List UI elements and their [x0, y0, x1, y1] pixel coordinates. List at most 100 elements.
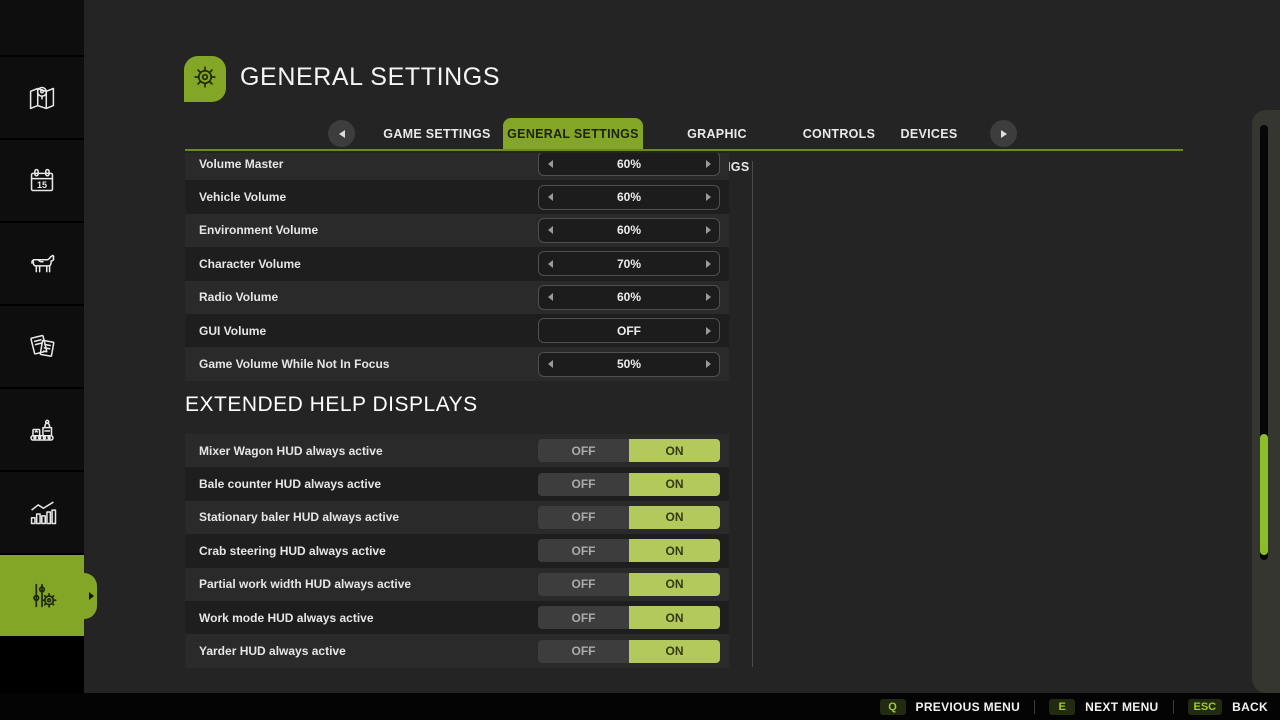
toggle-off-option[interactable]: OFF	[538, 473, 629, 496]
stepper-right-arrow-icon[interactable]	[697, 260, 719, 268]
stepper-right-arrow-icon[interactable]	[697, 226, 719, 234]
toggle-on-option[interactable]: ON	[629, 473, 720, 496]
statistics-icon	[23, 494, 61, 532]
setting-label: Yarder HUD always active	[185, 644, 538, 658]
key-e-badge: E	[1049, 699, 1075, 715]
sidebar-item-statistics[interactable]	[0, 472, 84, 555]
shortcut-label: BACK	[1232, 700, 1268, 714]
setting-row-work-mode-hud: Work mode HUD always active OFF ON	[185, 601, 729, 634]
map-icon	[23, 79, 61, 117]
tabs-prev-button[interactable]	[328, 120, 355, 147]
tab-devices[interactable]: DEVICES	[899, 118, 959, 151]
sidebar-item-settings[interactable]	[0, 555, 84, 638]
setting-label: Character Volume	[185, 257, 538, 271]
tab-general-settings[interactable]: GENERAL SETTINGS	[503, 118, 643, 151]
setting-row-character-volume: Character Volume 70%	[185, 247, 729, 280]
setting-row-bale-counter-hud: Bale counter HUD always active OFF ON	[185, 467, 729, 500]
setting-label: Game Volume While Not In Focus	[185, 357, 538, 371]
game-volume-not-in-focus-stepper[interactable]: 50%	[538, 352, 720, 377]
stepper-value: 60%	[561, 290, 697, 304]
key-esc-badge: ESC	[1188, 699, 1223, 715]
calendar-icon: 15	[23, 162, 61, 200]
tab-game-settings[interactable]: GAME SETTINGS	[380, 118, 494, 151]
separator	[1173, 700, 1174, 714]
stepper-value: 60%	[561, 190, 697, 204]
sidebar-spacer	[0, 0, 84, 57]
sidebar-item-contracts[interactable]	[0, 306, 84, 389]
setting-label: Partial work width HUD always active	[185, 577, 538, 591]
toggle-on-option[interactable]: ON	[629, 573, 720, 596]
toggle-off-option[interactable]: OFF	[538, 539, 629, 562]
stepper-left-arrow-icon[interactable]	[539, 193, 561, 201]
tab-bar: GAME SETTINGS GENERAL SETTINGS GRAPHIC S…	[0, 118, 1280, 151]
toggle-off-option[interactable]: OFF	[538, 573, 629, 596]
scrollbar-thumb[interactable]	[1260, 434, 1268, 555]
toggle-off-option[interactable]: OFF	[538, 640, 629, 663]
setting-row-environment-volume: Environment Volume 60%	[185, 214, 729, 247]
tab-underline	[185, 149, 1183, 151]
tabs-next-button[interactable]	[990, 120, 1017, 147]
setting-label: Mixer Wagon HUD always active	[185, 444, 538, 458]
sidebar-item-production[interactable]	[0, 389, 84, 472]
extended-help-list: Mixer Wagon HUD always active OFF ON Bal…	[185, 434, 729, 668]
contracts-icon	[23, 328, 61, 366]
radio-volume-stepper[interactable]: 60%	[538, 285, 720, 310]
yarder-hud-toggle[interactable]: OFF ON	[538, 640, 720, 663]
stepper-value: OFF	[561, 324, 697, 338]
stepper-right-arrow-icon[interactable]	[697, 293, 719, 301]
stepper-left-arrow-icon[interactable]	[539, 360, 561, 368]
tab-graphic-settings[interactable]: GRAPHIC SETTINGS	[657, 118, 777, 151]
setting-row-yarder-hud: Yarder HUD always active OFF ON	[185, 634, 729, 667]
crab-steering-hud-toggle[interactable]: OFF ON	[538, 539, 720, 562]
toggle-on-option[interactable]: ON	[629, 439, 720, 462]
partial-work-width-hud-toggle[interactable]: OFF ON	[538, 573, 720, 596]
setting-label: Stationary baler HUD always active	[185, 510, 538, 524]
vehicle-volume-stepper[interactable]: 60%	[538, 185, 720, 210]
sidebar-item-animals[interactable]	[0, 223, 84, 306]
gui-volume-stepper[interactable]: OFF	[538, 318, 720, 343]
toggle-on-option[interactable]: ON	[629, 606, 720, 629]
svg-text:15: 15	[37, 180, 47, 190]
stepper-left-arrow-icon[interactable]	[539, 260, 561, 268]
stepper-right-arrow-icon[interactable]	[697, 160, 719, 168]
stepper-right-arrow-icon[interactable]	[697, 360, 719, 368]
active-item-pointer	[84, 573, 97, 619]
stationary-baler-hud-toggle[interactable]: OFF ON	[538, 506, 720, 529]
stepper-left-arrow-icon[interactable]	[539, 226, 561, 234]
sidebar-item-calendar[interactable]: 15	[0, 140, 84, 223]
stepper-left-arrow-icon[interactable]	[539, 293, 561, 301]
character-volume-stepper[interactable]: 70%	[538, 251, 720, 276]
toggle-off-option[interactable]: OFF	[538, 606, 629, 629]
setting-label: Volume Master	[185, 157, 538, 171]
stepper-left-arrow-icon[interactable]	[539, 160, 561, 168]
bale-counter-hud-toggle[interactable]: OFF ON	[538, 473, 720, 496]
stepper-value: 50%	[561, 357, 697, 371]
toggle-on-option[interactable]: ON	[629, 506, 720, 529]
shortcut-back[interactable]: ESC BACK	[1188, 699, 1269, 715]
general-settings-screen: 15	[0, 0, 1280, 720]
sidebar: 15	[0, 0, 84, 720]
tab-controls[interactable]: CONTROLS	[801, 118, 877, 151]
stepper-right-arrow-icon[interactable]	[697, 193, 719, 201]
mixer-wagon-hud-toggle[interactable]: OFF ON	[538, 439, 720, 462]
stepper-right-arrow-icon[interactable]	[697, 327, 719, 335]
shortcut-previous-menu[interactable]: Q PREVIOUS MENU	[880, 699, 1021, 715]
chevron-left-icon	[339, 130, 345, 138]
stepper-value: 60%	[561, 223, 697, 237]
volume-master-stepper[interactable]: 60%	[538, 153, 720, 176]
toggle-on-option[interactable]: ON	[629, 640, 720, 663]
setting-row-crab-steering-hud: Crab steering HUD always active OFF ON	[185, 534, 729, 567]
environment-volume-stepper[interactable]: 60%	[538, 218, 720, 243]
setting-row-game-volume-not-in-focus: Game Volume While Not In Focus 50%	[185, 347, 729, 380]
toggle-on-option[interactable]: ON	[629, 539, 720, 562]
toggle-off-option[interactable]: OFF	[538, 439, 629, 462]
gear-icon	[190, 62, 220, 97]
work-mode-hud-toggle[interactable]: OFF ON	[538, 606, 720, 629]
setting-row-partial-work-width-hud: Partial work width HUD always active OFF…	[185, 568, 729, 601]
setting-label: Work mode HUD always active	[185, 611, 538, 625]
shortcut-next-menu[interactable]: E NEXT MENU	[1049, 699, 1158, 715]
column-divider	[752, 161, 753, 667]
shortcut-label: NEXT MENU	[1085, 700, 1158, 714]
setting-label: GUI Volume	[185, 324, 538, 338]
toggle-off-option[interactable]: OFF	[538, 506, 629, 529]
